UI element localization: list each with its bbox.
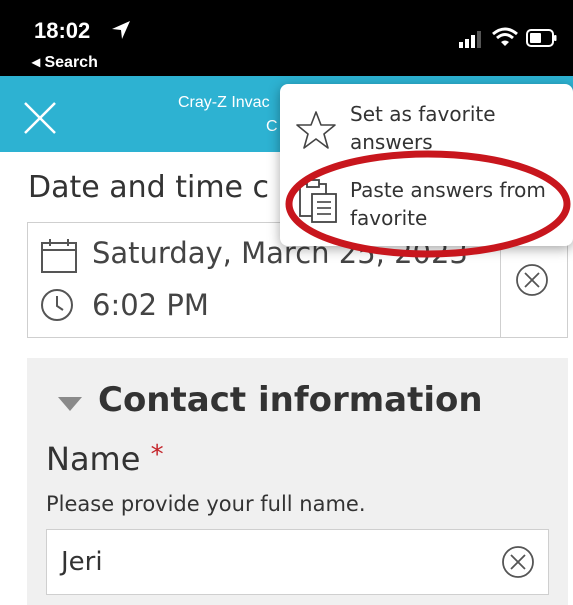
survey-title: Cray-Z Invac bbox=[178, 94, 270, 111]
caret-down-icon[interactable] bbox=[58, 397, 82, 411]
status-bar: 18:02 ◂ Search bbox=[0, 0, 573, 76]
clock-icon bbox=[41, 289, 73, 321]
menu-item-label: Set as favorite bbox=[350, 102, 496, 126]
name-question-label: Name * bbox=[46, 440, 164, 478]
status-time: 18:02 bbox=[34, 18, 91, 43]
star-icon bbox=[296, 111, 336, 149]
group-title[interactable]: Contact information bbox=[98, 380, 483, 420]
close-icon[interactable] bbox=[22, 100, 58, 136]
required-asterisk: * bbox=[150, 440, 164, 470]
location-arrow-icon bbox=[112, 21, 130, 39]
clear-icon[interactable] bbox=[514, 262, 550, 298]
calendar-icon bbox=[41, 239, 77, 273]
date-time-question-label: Date and time c bbox=[28, 170, 270, 205]
clear-icon[interactable] bbox=[500, 544, 536, 580]
name-label-text: Name bbox=[46, 440, 141, 478]
cellular-signal-icon bbox=[459, 31, 481, 48]
name-input[interactable]: Jeri bbox=[46, 529, 549, 595]
name-hint: Please provide your full name. bbox=[46, 492, 366, 516]
wifi-icon bbox=[492, 27, 518, 46]
back-to-search-link[interactable]: ◂ Search bbox=[32, 52, 98, 72]
time-value[interactable]: 6:02 PM bbox=[92, 288, 209, 322]
survey-subtitle: C bbox=[266, 118, 278, 135]
highlight-ellipse bbox=[285, 150, 571, 258]
battery-icon bbox=[526, 29, 557, 47]
